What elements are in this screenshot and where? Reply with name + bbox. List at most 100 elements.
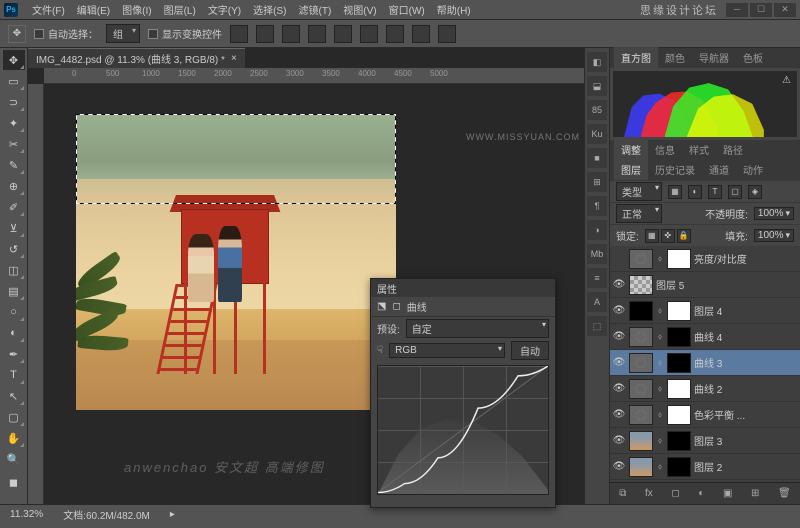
visibility-icon[interactable]: 👁: [612, 305, 626, 316]
filter-icon[interactable]: ▢: [728, 185, 742, 199]
distribute-button[interactable]: [438, 25, 456, 43]
auto-select-dropdown[interactable]: 组: [106, 24, 140, 43]
layer-thumbnail[interactable]: [629, 249, 653, 269]
filter-icon[interactable]: ▦: [668, 185, 682, 199]
tab-adjustments[interactable]: 调整: [614, 139, 648, 160]
tab-color[interactable]: 颜色: [658, 47, 692, 68]
close-button[interactable]: ✕: [774, 3, 796, 17]
crop-tool[interactable]: ✂: [3, 134, 25, 154]
blur-tool[interactable]: ○: [3, 302, 25, 322]
distribute-button[interactable]: [386, 25, 404, 43]
visibility-icon[interactable]: 👁: [612, 461, 626, 472]
panel-icon-button[interactable]: ◧: [587, 52, 607, 72]
layer-row[interactable]: 👁 ⬨ 图层 2: [610, 454, 800, 480]
tab-navigator[interactable]: 导航器: [692, 47, 736, 68]
stamp-tool[interactable]: ⊻: [3, 218, 25, 238]
layer-row[interactable]: 👁 ⬨ 图层 3: [610, 428, 800, 454]
align-button[interactable]: [334, 25, 352, 43]
marquee-tool[interactable]: ▭: [3, 71, 25, 91]
panel-icon-button[interactable]: ≡: [587, 268, 607, 288]
layer-thumbnail[interactable]: [629, 457, 653, 477]
distribute-button[interactable]: [412, 25, 430, 43]
adjustment-layer-icon[interactable]: ◐: [698, 488, 704, 499]
layer-name[interactable]: 图层 5: [656, 277, 798, 292]
layer-row[interactable]: 👁 ⬨ 曲线 3: [610, 350, 800, 376]
layer-thumbnail[interactable]: [629, 431, 653, 451]
layer-name[interactable]: 色彩平衡 ...: [694, 407, 798, 422]
document-tab[interactable]: IMG_4482.psd @ 11.3% (曲线 3, RGB/8) * ×: [28, 48, 245, 68]
mask-thumbnail[interactable]: [667, 249, 691, 269]
blend-mode-dropdown[interactable]: 正常: [616, 204, 662, 223]
panel-icon-button[interactable]: 85: [587, 100, 607, 120]
dodge-tool[interactable]: ◐: [3, 323, 25, 343]
tab-paths[interactable]: 路径: [716, 139, 750, 160]
layer-fx-icon[interactable]: fx: [645, 488, 653, 499]
filter-icon[interactable]: T: [708, 185, 722, 199]
mask-thumbnail[interactable]: [667, 327, 691, 347]
layer-name[interactable]: 亮度/对比度: [694, 251, 798, 266]
layer-name[interactable]: 图层 2: [694, 459, 798, 474]
menu-filter[interactable]: 滤镜(T): [293, 2, 338, 17]
tab-swatches[interactable]: 色板: [736, 47, 770, 68]
layers-list[interactable]: ⬨ 亮度/对比度 👁 图层 5 👁 ⬨ 图层 4 👁 ⬨ 曲线 4 👁 ⬨ 曲线…: [610, 246, 800, 482]
new-layer-icon[interactable]: ⊞: [751, 488, 759, 499]
panel-icon-button[interactable]: ⬓: [587, 76, 607, 96]
status-arrow-icon[interactable]: ▸: [170, 509, 175, 520]
eraser-tool[interactable]: ◫: [3, 260, 25, 280]
align-button[interactable]: [360, 25, 378, 43]
properties-panel[interactable]: 属性 ⬔ ◻ 曲线 预设: 自定 ☟ RGB 自动: [370, 278, 556, 508]
ruler-vertical[interactable]: [28, 84, 44, 504]
layer-name[interactable]: 曲线 2: [694, 381, 798, 396]
menu-select[interactable]: 选择(S): [247, 2, 292, 17]
auto-select-checkbox[interactable]: 自动选择：: [34, 26, 98, 41]
panel-icon-button[interactable]: A: [587, 292, 607, 312]
visibility-icon[interactable]: 👁: [612, 357, 626, 368]
layer-name[interactable]: 曲线 3: [694, 355, 798, 370]
lock-all-icon[interactable]: 🔒: [677, 229, 691, 243]
document-size[interactable]: 文档:60.2M/482.0M: [63, 507, 150, 522]
tab-close-icon[interactable]: ×: [231, 53, 237, 64]
group-icon[interactable]: ▣: [723, 488, 732, 499]
tab-history[interactable]: 历史记录: [648, 159, 702, 180]
menu-edit[interactable]: 编辑(E): [71, 2, 116, 17]
tab-styles[interactable]: 样式: [682, 139, 716, 160]
panel-icon-button[interactable]: ¶: [587, 196, 607, 216]
show-transform-checkbox[interactable]: 显示变换控件: [148, 26, 222, 41]
lasso-tool[interactable]: ⊃: [3, 92, 25, 112]
lock-pixels-icon[interactable]: ▦: [645, 229, 659, 243]
tab-channels[interactable]: 通道: [702, 159, 736, 180]
wand-tool[interactable]: ✦: [3, 113, 25, 133]
auto-button[interactable]: 自动: [511, 341, 549, 360]
ruler-horizontal[interactable]: 0 500 1000 1500 2000 2500 3000 3500 4000…: [44, 68, 584, 84]
visibility-icon[interactable]: 👁: [612, 409, 626, 420]
menu-image[interactable]: 图像(I): [116, 2, 157, 17]
path-tool[interactable]: ↖: [3, 386, 25, 406]
heal-tool[interactable]: ⊕: [3, 176, 25, 196]
hand-icon[interactable]: ☟: [377, 345, 383, 356]
tab-histogram[interactable]: 直方图: [614, 47, 658, 68]
fill-input[interactable]: 100%▾: [754, 229, 794, 242]
panel-icon-button[interactable]: ⬚: [587, 316, 607, 336]
lock-position-icon[interactable]: ✜: [661, 229, 675, 243]
minimize-button[interactable]: ─: [726, 3, 748, 17]
mask-thumbnail[interactable]: [667, 379, 691, 399]
panel-icon-button[interactable]: ■: [587, 148, 607, 168]
curve-line[interactable]: [378, 366, 548, 493]
filter-icon[interactable]: ◐: [688, 185, 702, 199]
hand-tool[interactable]: ✋: [3, 428, 25, 448]
properties-header[interactable]: 属性: [371, 279, 555, 297]
opacity-input[interactable]: 100%▾: [754, 207, 794, 220]
layer-thumbnail[interactable]: [629, 353, 653, 373]
panel-icon-button[interactable]: ⊞: [587, 172, 607, 192]
panel-icon-button[interactable]: Ku: [587, 124, 607, 144]
preset-dropdown[interactable]: 自定: [406, 319, 549, 338]
mask-thumbnail[interactable]: [667, 405, 691, 425]
maximize-button[interactable]: ☐: [750, 3, 772, 17]
layer-name[interactable]: 图层 4: [694, 303, 798, 318]
zoom-tool[interactable]: 🔍: [3, 449, 25, 469]
visibility-icon[interactable]: 👁: [612, 383, 626, 394]
history-brush-tool[interactable]: ↺: [3, 239, 25, 259]
tab-actions[interactable]: 动作: [736, 159, 770, 180]
link-layers-icon[interactable]: ⧉: [619, 488, 626, 499]
layer-row[interactable]: 👁 图层 5: [610, 272, 800, 298]
